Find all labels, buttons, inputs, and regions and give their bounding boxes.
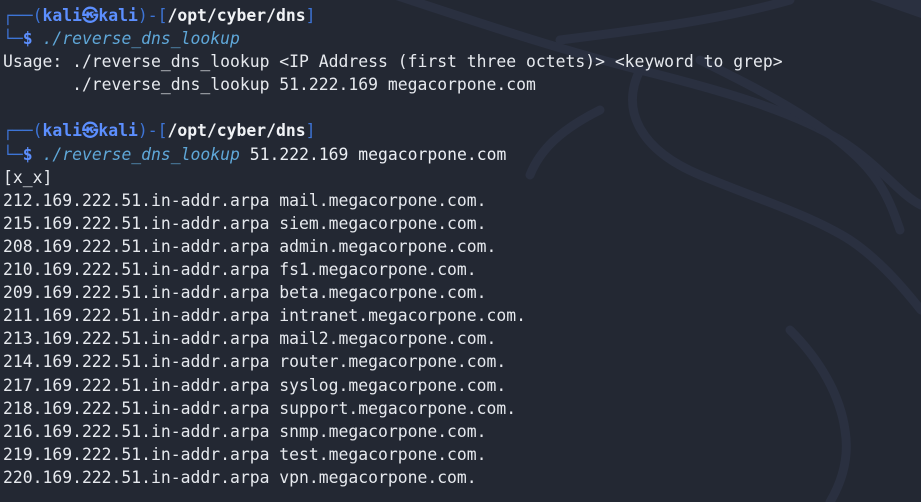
prompt-top-line: ┌──(kali㉿kali)-[/opt/cyber/dns]	[3, 4, 921, 27]
prompt-dollar: $	[22, 144, 43, 164]
result-line: 220.169.222.51.in-addr.arpa vpn.megacorp…	[3, 467, 477, 487]
kali-skull-icon: ㉿	[81, 121, 99, 141]
result-line: 216.169.222.51.in-addr.arpa snmp.megacor…	[3, 421, 487, 441]
prompt-path: /opt/cyber/dns	[167, 6, 306, 25]
command-name: ./reverse_dns_lookup	[42, 144, 240, 164]
prompt-corner-bottom: └─	[3, 144, 23, 164]
result-line: 208.169.222.51.in-addr.arpa admin.megaco…	[3, 236, 497, 256]
prompt-separator: )-[	[137, 6, 168, 25]
output-header: [x_x]	[3, 167, 53, 187]
prompt-dollar: $	[22, 29, 43, 49]
terminal-window[interactable]: ┌──(kali㉿kali)-[/opt/cyber/dns] └─$ ./re…	[0, 0, 921, 502]
prompt-separator: )-[	[137, 121, 168, 141]
prompt-top-line: ┌──(kali㉿kali)-[/opt/cyber/dns]	[3, 119, 921, 142]
terminal-output: ┌──(kali㉿kali)-[/opt/cyber/dns] └─$ ./re…	[3, 4, 921, 489]
prompt-path: /opt/cyber/dns	[167, 121, 306, 141]
prompt-user: kali	[42, 121, 82, 141]
result-line: 213.169.222.51.in-addr.arpa mail2.megaco…	[3, 329, 497, 349]
prompt-corner: ┌──(	[3, 121, 43, 141]
prompt-bracket-end: ]	[305, 6, 316, 25]
result-line: 212.169.222.51.in-addr.arpa mail.megacor…	[3, 190, 487, 210]
result-line: 210.169.222.51.in-addr.arpa fs1.megacorp…	[3, 260, 477, 280]
prompt-user: kali	[42, 6, 82, 25]
prompt-corner: ┌──(	[3, 6, 43, 25]
command-args: 51.222.169 megacorpone.com	[239, 144, 507, 164]
command-line[interactable]: └─$ ./reverse_dns_lookup	[3, 27, 921, 50]
kali-skull-icon: ㉿	[81, 6, 99, 25]
prompt-host: kali	[98, 6, 138, 25]
result-line: 219.169.222.51.in-addr.arpa test.megacor…	[3, 444, 487, 464]
prompt-bracket-end: ]	[305, 121, 316, 141]
result-line: 209.169.222.51.in-addr.arpa beta.megacor…	[3, 283, 487, 303]
usage-line: ./reverse_dns_lookup 51.222.169 megacorp…	[3, 75, 536, 95]
result-line: 218.169.222.51.in-addr.arpa support.mega…	[3, 398, 517, 418]
result-line: 217.169.222.51.in-addr.arpa syslog.megac…	[3, 375, 507, 395]
prompt-corner-bottom: └─	[3, 29, 23, 49]
command-line[interactable]: └─$ ./reverse_dns_lookup 51.222.169 mega…	[3, 143, 921, 166]
prompt-host: kali	[98, 121, 138, 141]
usage-line: Usage: ./reverse_dns_lookup <IP Address …	[3, 52, 783, 72]
result-line: 215.169.222.51.in-addr.arpa siem.megacor…	[3, 213, 487, 233]
command-name: ./reverse_dns_lookup	[42, 29, 240, 49]
result-line: 214.169.222.51.in-addr.arpa router.megac…	[3, 352, 507, 372]
result-line: 211.169.222.51.in-addr.arpa intranet.meg…	[3, 306, 527, 326]
